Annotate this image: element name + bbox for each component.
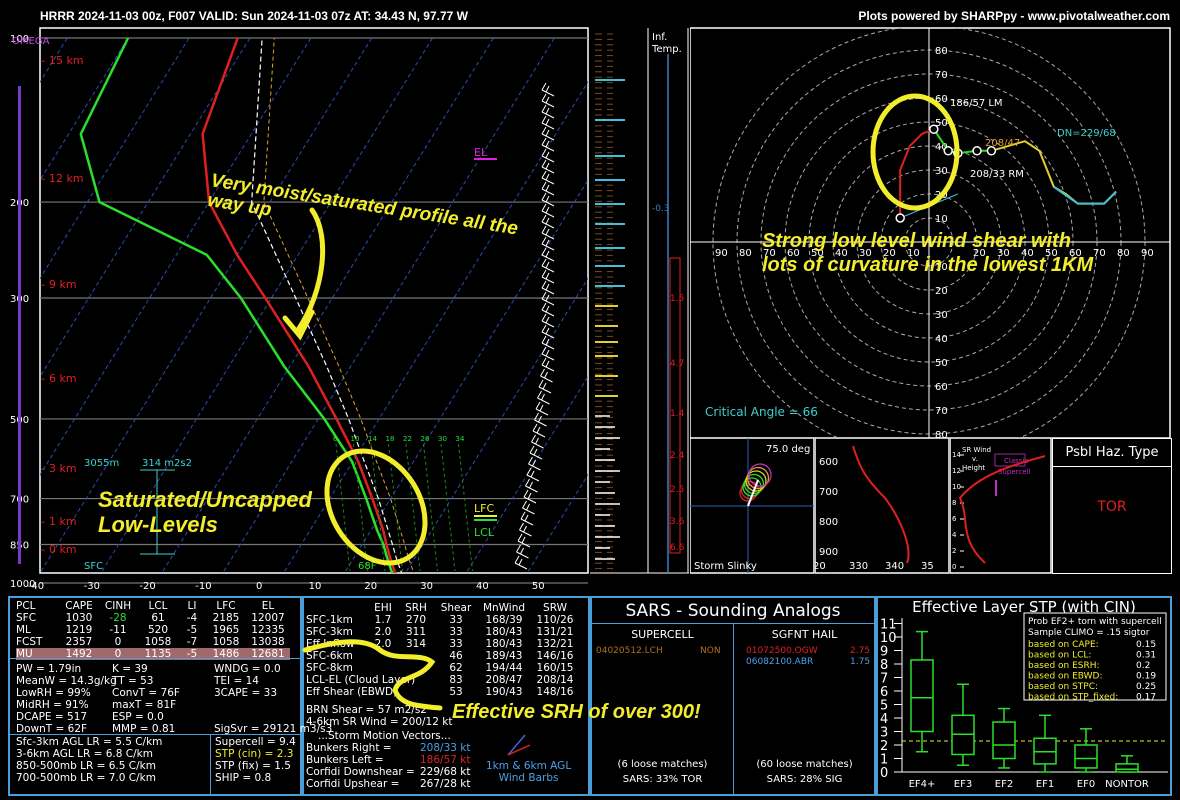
annotation-moist: Very moist/saturated profile all the way…: [206, 170, 525, 260]
annotation-lowlevel: Saturated/Uncapped Low-Levels: [98, 487, 318, 537]
annotation-overlay: Very moist/saturated profile all the way…: [98, 93, 1095, 723]
annotation-shear: Strong low level wind shear with lots of…: [762, 230, 1095, 276]
annotation-srh: Effective SRH of over 300!: [452, 701, 701, 723]
